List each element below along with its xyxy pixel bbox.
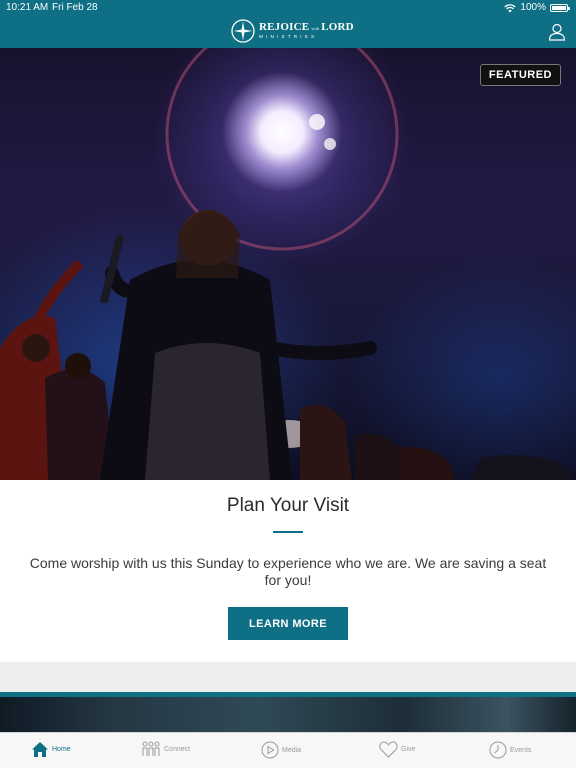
tab-home-label: Home <box>52 746 71 753</box>
app-header: 10:21 AM Fri Feb 28 100% REJOICE with LO… <box>0 0 576 48</box>
star-compass-icon <box>231 19 255 43</box>
tab-events-label: Events <box>510 746 532 754</box>
tab-connect-label: Connect <box>164 745 191 753</box>
status-right: 100% <box>504 0 570 16</box>
app-logo: REJOICE with LORD MINISTRIES <box>231 19 354 43</box>
plan-visit-card: Plan Your Visit Come worship with us thi… <box>0 480 576 662</box>
card-description: Come worship with us this Sunday to expe… <box>29 555 547 588</box>
logo-with: with <box>311 26 320 32</box>
hero-scene <box>0 48 576 480</box>
tab-give[interactable]: Give <box>379 741 415 758</box>
hero-image[interactable]: FEATURED <box>0 48 576 480</box>
battery-fill <box>552 6 566 10</box>
tab-events[interactable]: Events <box>489 741 531 759</box>
status-bar: 10:21 AM Fri Feb 28 100% <box>0 0 576 16</box>
logo-ministries: MINISTRIES <box>259 34 318 40</box>
heart-icon <box>379 741 398 758</box>
logo-rejoice: REJOICE <box>259 21 310 34</box>
tab-give-label: Give <box>401 746 416 753</box>
battery-percent: 100% <box>520 2 546 13</box>
featured-badge: FEATURED <box>479 64 561 86</box>
logo-lord: LORD <box>321 21 354 34</box>
learn-more-button[interactable]: LEARN MORE <box>228 607 348 640</box>
title-divider <box>273 531 303 533</box>
app-screen: 10:21 AM Fri Feb 28 100% REJOICE with LO… <box>0 0 576 768</box>
card-title: Plan Your Visit <box>226 495 350 516</box>
logo-wordmark: REJOICE with LORD MINISTRIES <box>259 22 354 40</box>
tab-bar: Home Connect Media Give Events <box>0 732 576 768</box>
people-icon <box>142 741 160 756</box>
next-card-image <box>0 697 576 732</box>
status-time: 10:21 AM <box>6 2 49 13</box>
next-featured-card[interactable] <box>0 692 576 732</box>
wifi-icon <box>504 3 517 12</box>
play-circle-icon <box>261 741 279 759</box>
status-date: Fri Feb 28 <box>52 2 98 13</box>
home-icon <box>32 742 48 757</box>
clock-icon <box>489 741 507 759</box>
tab-connect[interactable]: Connect <box>141 741 190 757</box>
person-outline-icon[interactable] <box>548 23 566 41</box>
logo-line1: REJOICE with LORD <box>259 22 354 33</box>
tab-home[interactable]: Home <box>31 741 71 758</box>
tab-media-label: Media <box>282 746 302 754</box>
battery-icon <box>550 4 570 12</box>
tab-media[interactable]: Media <box>261 741 301 759</box>
